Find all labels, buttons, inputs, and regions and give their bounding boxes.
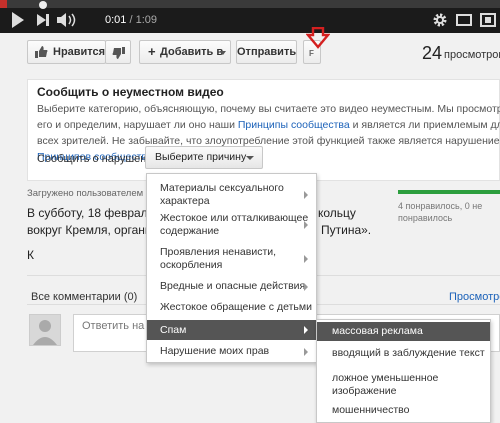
video-description: В субботу, 18 февраля в кольцу вокруг Кре…: [27, 205, 371, 239]
time-display: 0:01 / 1:09: [105, 14, 157, 26]
next-icon[interactable]: [36, 13, 50, 27]
uploaded-by: Загружено пользователем St: [27, 188, 155, 199]
menu-item-label: Жестокое или отталкивающее содержание: [160, 212, 309, 237]
like-button[interactable]: Нравится: [27, 40, 106, 64]
red-arrow-annotation-icon: [306, 27, 330, 49]
report-title: Сообщить о неуместном видео: [37, 85, 224, 99]
avatar: [29, 314, 61, 346]
menu-item-rights-violation[interactable]: Нарушение моих прав: [147, 345, 316, 358]
likes-ratio-fill: [398, 190, 500, 194]
desc-line2: вокруг Кремля, организо: [27, 223, 164, 237]
submenu-item-misleading-thumbnail[interactable]: ложное уменьшенное изображение: [317, 372, 490, 398]
report-panel: Сообщить о неуместном видео Выберите кат…: [27, 79, 500, 181]
chevron-right-icon: [304, 282, 308, 291]
chevron-down-icon: [246, 156, 254, 160]
report-label: Сообщить о нарушении:: [37, 153, 162, 165]
desc-line1-end: кольцу: [318, 206, 356, 220]
menu-item-label: Проявления ненависти, оскорбления: [160, 246, 277, 271]
submenu-item-mass-advertising[interactable]: массовая реклама: [317, 322, 490, 341]
menu-item-sexual-content[interactable]: Материалы сексуального характера: [147, 182, 316, 208]
community-guidelines-link[interactable]: Принципы сообщества: [238, 119, 350, 131]
menu-item-label: Спам: [160, 324, 187, 336]
desc-line2-end: Путина».: [321, 223, 372, 237]
progress-fill: [0, 0, 7, 8]
menu-item-label: Нарушение моих прав: [160, 345, 270, 357]
dislike-button[interactable]: [105, 40, 131, 64]
likes-ratio-bar: [398, 190, 500, 194]
share-button[interactable]: Отправить: [236, 40, 297, 64]
fullscreen-icon[interactable]: [480, 12, 496, 28]
spam-submenu: массовая реклама вводящий в заблуждение …: [316, 319, 491, 423]
uploaded-prefix: Загружено пользователем: [27, 188, 146, 199]
like-label: Нравится: [53, 46, 106, 58]
user-silhouette-icon: [33, 320, 57, 345]
submenu-item-misleading-text[interactable]: вводящий в заблуждение текст: [317, 347, 490, 360]
time-current: 0:01: [105, 14, 127, 26]
comments-header: Все комментарии (0): [31, 291, 138, 303]
submenu-item-scam[interactable]: мошенничество: [317, 404, 490, 417]
desc-line1: В субботу, 18 февраля в: [27, 206, 164, 220]
volume-icon[interactable]: [56, 12, 78, 28]
chevron-right-icon: [304, 191, 308, 199]
menu-item-violent-content[interactable]: Жестокое или отталкивающее содержание: [147, 212, 316, 238]
menu-item-label: Вредные и опасные действия: [160, 280, 306, 292]
reason-select-label: Выберите причину: [155, 151, 247, 163]
menu-item-label: Жестокое обращение с детьми: [160, 301, 312, 313]
add-to-button[interactable]: + Добавить в: [139, 40, 231, 64]
desc-line3: К: [27, 248, 34, 262]
views-count: 24: [422, 43, 443, 63]
reason-menu: Материалы сексуального характера Жестоко…: [146, 173, 317, 363]
menu-item-label: Материалы сексуального характера: [160, 182, 284, 207]
chevron-right-icon: [304, 255, 308, 263]
video-player-controls: 0:01 / 1:09: [0, 0, 500, 33]
play-icon[interactable]: [12, 12, 24, 28]
time-total: 1:09: [135, 14, 158, 26]
thumbs-down-icon: [112, 47, 125, 59]
views-label: просмотров: [444, 49, 500, 61]
likes-summary: 4 понравилось, 0 не понравилось: [398, 201, 483, 223]
chevron-right-icon: [304, 347, 308, 356]
progress-bar[interactable]: [0, 0, 500, 8]
chevron-down-icon: [220, 51, 226, 55]
view-all-comments-link[interactable]: Просмотреть: [449, 291, 500, 303]
widescreen-icon[interactable]: [456, 12, 472, 28]
chevron-right-icon: [304, 326, 308, 334]
chevron-right-icon: [304, 221, 308, 229]
add-label: Добавить в: [160, 46, 224, 58]
menu-item-harmful-acts[interactable]: Вредные и опасные действия: [147, 280, 316, 293]
progress-handle[interactable]: [39, 1, 47, 9]
reason-select[interactable]: Выберите причину: [145, 146, 263, 169]
time-separator: /: [126, 14, 136, 26]
menu-item-spam[interactable]: Спам: [147, 320, 316, 340]
menu-item-hateful-content[interactable]: Проявления ненависти, оскорбления: [147, 246, 316, 272]
plus-icon: +: [148, 44, 156, 59]
settings-gear-icon[interactable]: [432, 12, 448, 28]
thumbs-up-icon: [35, 46, 48, 58]
menu-item-child-abuse[interactable]: Жестокое обращение с детьми: [147, 301, 316, 314]
